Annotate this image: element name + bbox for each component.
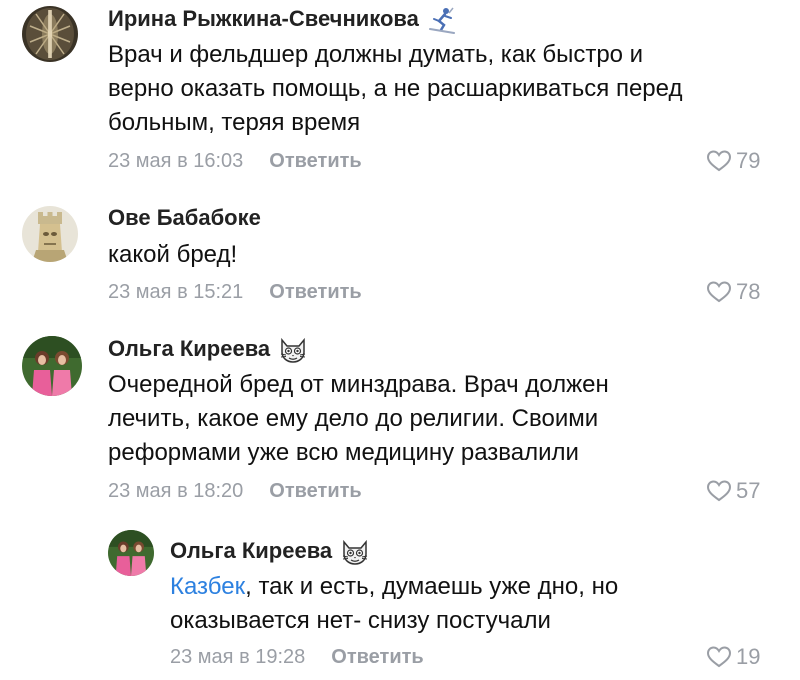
comment-date[interactable]: 23 мая в 16:03 (108, 148, 243, 174)
reply-button[interactable]: Ответить (269, 279, 361, 305)
like-button[interactable]: 57 (706, 478, 760, 504)
comment-meta: 23 мая в 19:28 Ответить (170, 644, 424, 670)
heart-icon (706, 150, 732, 172)
comment-text: Очередной бред от минздрава. Врач должен… (108, 371, 609, 466)
cat-face-icon (278, 334, 308, 364)
reply-button[interactable]: Ответить (269, 478, 361, 504)
avatar[interactable] (108, 530, 154, 576)
like-count: 19 (736, 644, 761, 669)
like-button[interactable]: 78 (706, 279, 760, 305)
like-button[interactable]: 19 (706, 644, 760, 670)
comment-text: Врач и фельдшер должны думать, как быстр… (108, 41, 683, 136)
heart-icon (706, 480, 732, 502)
comment-date[interactable]: 23 мая в 15:21 (108, 279, 243, 305)
comment-date[interactable]: 23 мая в 19:28 (170, 644, 305, 670)
heart-icon (706, 281, 732, 303)
comment-author[interactable]: Ове Бабабоке (108, 204, 261, 232)
author-name: Ольга Киреева (170, 538, 333, 563)
reply-button[interactable]: Ответить (331, 644, 423, 670)
comment-author[interactable]: Ирина Рыжкина-Свечникова (108, 4, 457, 34)
comment-text: какой бред! (108, 241, 238, 268)
comment-date[interactable]: 23 мая в 18:20 (108, 478, 243, 504)
comment-text: Казбек, так и есть, думаешь уже дно, но … (170, 570, 780, 638)
avatar[interactable] (22, 336, 82, 396)
like-count: 79 (736, 148, 761, 173)
author-name: Ольга Киреева (108, 336, 271, 361)
mention-link[interactable]: Казбек (170, 573, 245, 600)
comment-meta: 23 мая в 18:20 Ответить (108, 478, 362, 504)
author-name: Ирина Рыжкина-Свечникова (108, 6, 419, 31)
comment-meta: 23 мая в 15:21 Ответить (108, 279, 362, 305)
cat-face-icon (340, 536, 370, 566)
comment-author[interactable]: Ольга Киреева (170, 536, 370, 566)
like-button[interactable]: 79 (706, 148, 760, 174)
avatar[interactable] (22, 206, 78, 262)
comment-author[interactable]: Ольга Киреева (108, 334, 308, 364)
skier-icon (427, 4, 457, 34)
like-count: 78 (736, 279, 761, 304)
reply-button[interactable]: Ответить (269, 148, 361, 174)
like-count: 57 (736, 478, 761, 503)
avatar[interactable] (22, 6, 78, 62)
heart-icon (706, 646, 732, 668)
comment-meta: 23 мая в 16:03 Ответить (108, 148, 362, 174)
author-name: Ове Бабабоке (108, 205, 261, 230)
